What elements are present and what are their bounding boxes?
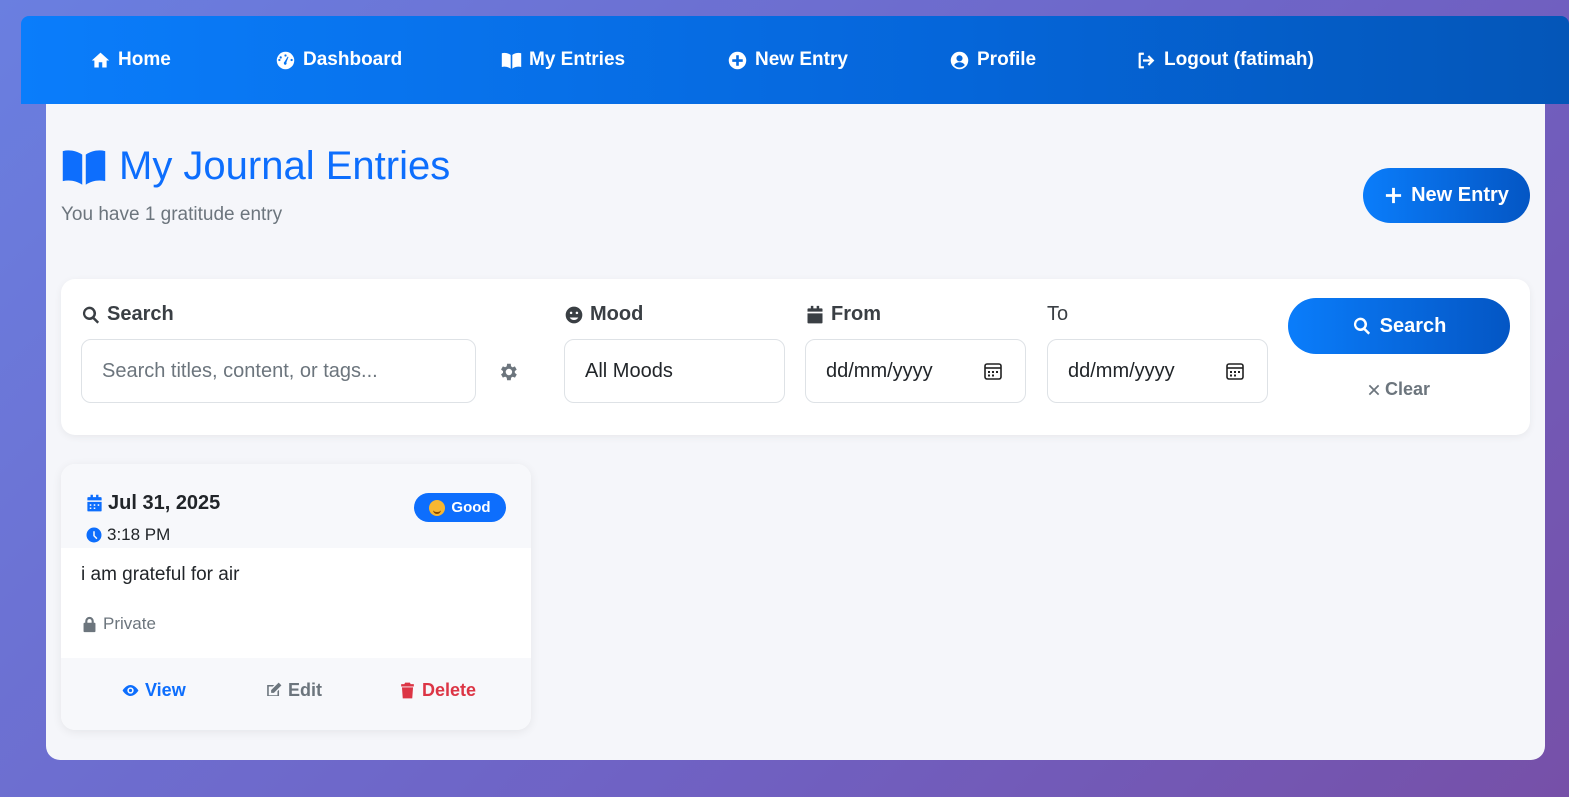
nav-home-label: Home [118,49,171,70]
nav-profile[interactable]: Profile [949,16,1036,104]
from-date-placeholder: dd/mm/yyyy [826,359,933,382]
nav-my-entries-label: My Entries [529,49,626,70]
from-label-text: From [831,303,881,325]
nav-new-entry[interactable]: New Entry [727,16,848,104]
entry-date-text: Jul 31, 2025 [108,492,221,514]
search-input[interactable]: Search titles, content, or tags... [81,339,476,403]
nav-home[interactable]: Home [90,16,171,104]
mood-label-text: Mood [590,303,644,325]
calendar-picker-icon[interactable] [1225,361,1245,381]
nav-dashboard[interactable]: Dashboard [275,16,402,104]
page-title-text: My Journal Entries [119,144,451,188]
entry-card-actions: View Edit Delete [61,658,531,730]
privacy-indicator: Private [81,614,156,634]
entry-time: 3:18 PM [85,525,170,545]
search-icon [82,306,100,324]
new-entry-button[interactable]: New Entry [1363,168,1530,223]
smiling-face-icon [429,499,446,516]
tachometer-icon [276,51,295,69]
view-entry-label: View [145,680,186,700]
to-date-placeholder: dd/mm/yyyy [1068,359,1175,382]
gear-icon[interactable] [497,361,519,383]
plus-icon [1385,187,1402,204]
entry-card: Jul 31, 2025 3:18 PM Good i am grateful … [61,464,531,730]
search-label-text: Search [107,303,174,325]
sign-out-icon [1138,52,1155,68]
search-icon [1353,317,1370,335]
edit-entry-label: Edit [288,680,322,700]
plus-circle-icon [728,51,747,69]
entry-date: Jul 31, 2025 [85,492,220,515]
nav-logout-label: Logout (fatimah) [1164,49,1314,70]
clear-filters-label: Clear [1385,379,1431,399]
delete-entry-label: Delete [422,680,477,700]
mood-badge: Good [414,493,506,522]
to-label-text: To [1047,303,1069,325]
nav-my-entries[interactable]: My Entries [501,16,625,104]
edit-entry-button[interactable]: Edit [264,680,322,701]
entry-content: i am grateful for air [81,564,240,585]
delete-entry-button[interactable]: Delete [398,680,476,701]
search-label: Search [81,303,174,326]
to-label: To [1047,303,1068,326]
calendar-icon [87,494,102,512]
edit-icon [267,682,282,697]
calendar-picker-icon[interactable] [983,361,1003,381]
main-panel: My Journal Entries You have 1 gratitude … [46,104,1545,760]
lock-icon [83,616,96,632]
user-circle-icon [950,51,969,69]
to-date-input[interactable]: dd/mm/yyyy [1047,339,1268,403]
book-open-icon [501,52,522,69]
page-title: My Journal Entries [61,144,450,189]
entry-card-header: Jul 31, 2025 3:18 PM Good [61,464,531,548]
entry-time-text: 3:18 PM [107,525,171,544]
nav-dashboard-label: Dashboard [303,49,403,70]
search-button[interactable]: Search [1288,298,1510,354]
mood-label: Mood [564,303,643,326]
nav-logout[interactable]: Logout (fatimah) [1136,16,1314,104]
from-label: From [805,303,881,326]
close-icon [1368,384,1380,395]
clock-icon [86,527,102,543]
filter-card: Search Search titles, content, or tags..… [61,279,1530,435]
nav-new-entry-label: New Entry [755,49,848,70]
view-entry-button[interactable]: View [121,680,186,701]
book-open-icon [62,149,106,185]
nav-profile-label: Profile [977,49,1037,70]
new-entry-button-label: New Entry [1411,184,1509,206]
trash-icon [401,682,414,699]
mood-select[interactable]: All Moods [564,339,785,403]
from-date-input[interactable]: dd/mm/yyyy [805,339,1026,403]
home-icon [91,52,110,67]
privacy-label: Private [103,614,156,633]
entry-count-subtitle: You have 1 gratitude entry [61,204,283,225]
eye-icon [122,684,139,697]
clear-filters-link[interactable]: Clear [1367,379,1430,400]
calendar-icon [807,305,823,323]
search-button-label: Search [1379,314,1447,337]
smile-icon [565,306,583,323]
mood-badge-label: Good [451,499,491,516]
top-navbar: Home Dashboard My Entries New Entry Prof… [21,16,1569,104]
